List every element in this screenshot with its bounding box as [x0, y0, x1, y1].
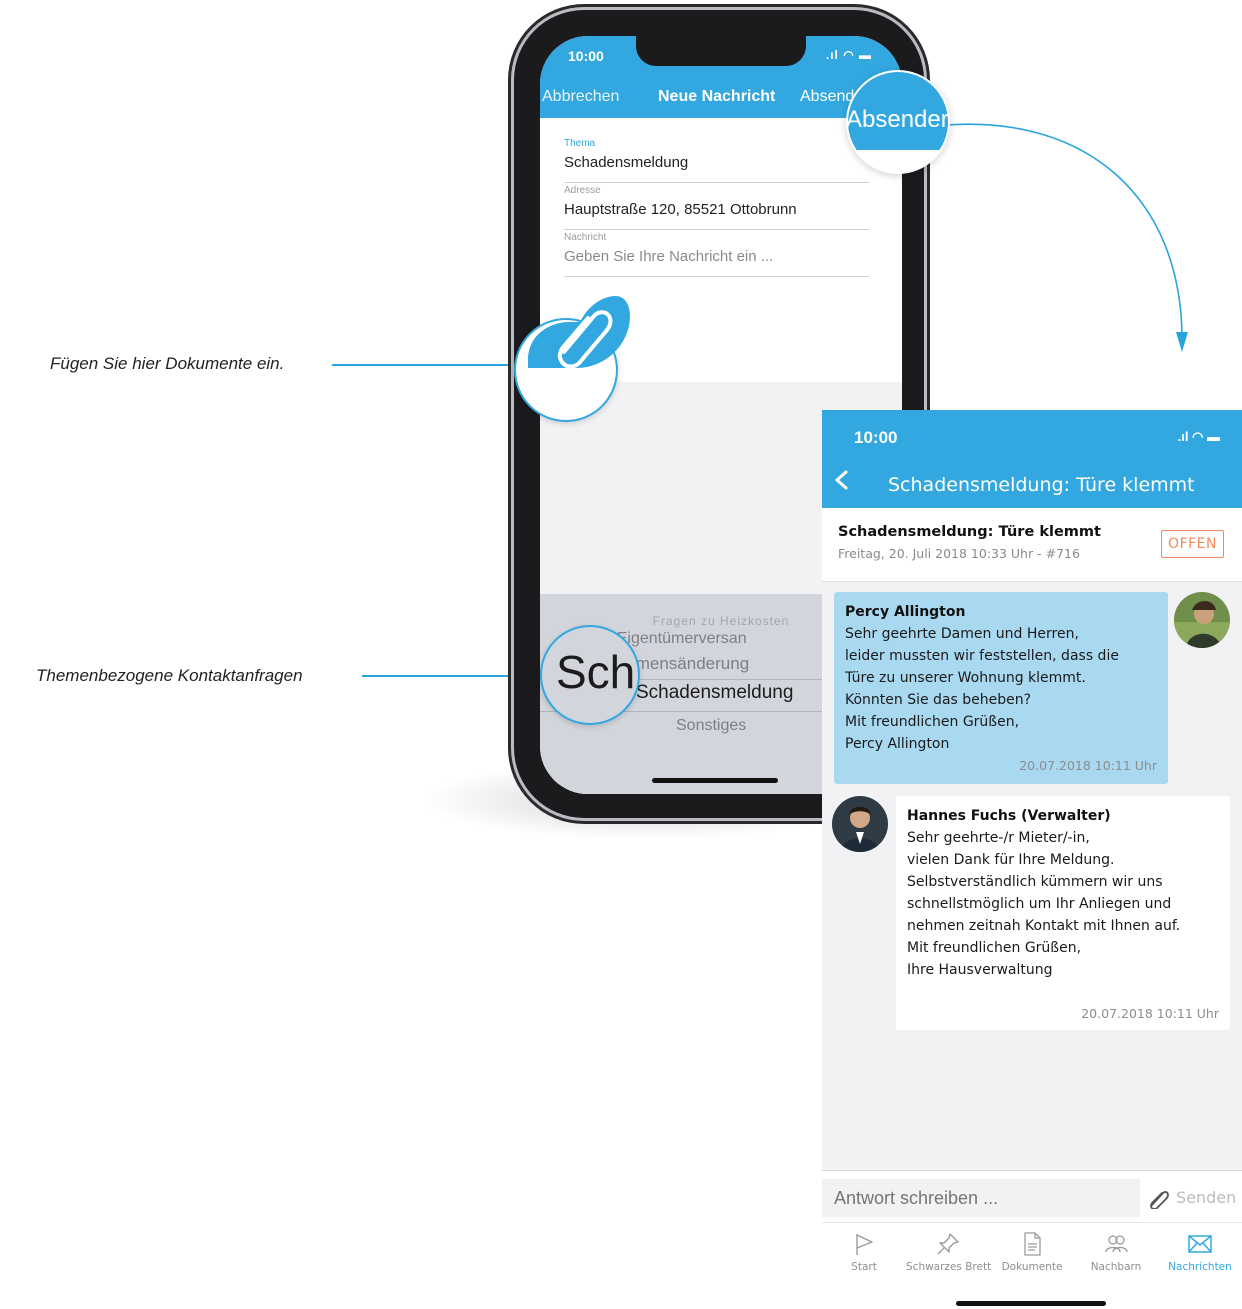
address-value: Hauptstraße 120, 85521 Ottobrunn	[564, 201, 797, 218]
attachment-button[interactable]	[528, 296, 630, 368]
message-line: Selbstverständlich kümmern wir uns	[907, 874, 1163, 890]
message-time: 20.07.2018 10:11 Uhr	[1081, 1006, 1219, 1021]
status-time: 10:00	[568, 48, 604, 64]
message-label: Nachricht	[564, 232, 607, 243]
tab-label: Dokumente	[1001, 1261, 1063, 1273]
pin-icon	[937, 1233, 959, 1255]
tab-neighbors[interactable]: Nachbarn	[1074, 1231, 1158, 1273]
tab-start[interactable]: Start	[822, 1231, 906, 1273]
flag-icon	[856, 1234, 873, 1255]
tab-bar: Start Schwarzes Brett Dokumente Nachbarn	[822, 1222, 1242, 1309]
caption-topics: Themenbezogene Kontaktanfragen	[36, 666, 303, 685]
send-reply-button[interactable]: Senden	[1176, 1188, 1236, 1207]
connector-arrow	[945, 123, 1188, 352]
topic-label: Thema	[564, 138, 596, 149]
message-line: Mit freundlichen Grüßen,	[845, 714, 1020, 730]
topic-value: Schadensmeldung	[564, 154, 689, 171]
home-indicator	[956, 1301, 1106, 1306]
picker-zoom-label: Sch	[556, 646, 636, 698]
message-bubble-own: Percy Allington Sehr geehrte Damen und H…	[834, 592, 1168, 784]
status-time: 10:00	[854, 428, 898, 447]
paperclip-icon[interactable]	[1148, 1187, 1170, 1209]
message-line: Percy Allington	[845, 736, 950, 752]
thread-title: Schadensmeldung: Türe klemmt	[838, 524, 1101, 540]
status-badge: OFFEN	[1161, 530, 1224, 558]
picker-zoom-circle: Sch	[540, 625, 640, 725]
phone-notch	[636, 36, 806, 66]
thread-date: Freitag, 20. Juli 2018 10:33 Uhr - #716	[838, 546, 1080, 561]
tab-label: Nachbarn	[1090, 1261, 1142, 1273]
compose-form: Thema Schadensmeldung Adresse Hauptstraß…	[564, 136, 869, 277]
caption-documents-line	[332, 364, 518, 366]
message-bubble-other: Hannes Fuchs (Verwalter) Sehr geehrte-/r…	[896, 796, 1230, 1030]
neighbors-icon	[1105, 1235, 1128, 1253]
message-line: Mit freundlichen Grüßen,	[907, 940, 1082, 956]
message-line: nehmen zeitnah Kontakt mit Ihnen auf.	[907, 918, 1181, 934]
caption-documents: Fügen Sie hier Dokumente ein.	[50, 354, 285, 373]
thread-nav-title: Schadensmeldung: Türe klemmt	[888, 474, 1195, 496]
thread-screen: 10:00 .ıl ◠ ▬ Schadensmeldung: Türe klem…	[822, 410, 1242, 1309]
message-line: vielen Dank für Ihre Meldung.	[907, 852, 1115, 868]
compose-title: Neue Nachricht	[658, 88, 776, 105]
message-field[interactable]: Nachricht Geben Sie Ihre Nachricht ein .…	[564, 230, 869, 277]
message-line: Ihre Hausverwaltung	[907, 962, 1053, 978]
message-author: Hannes Fuchs (Verwalter)	[907, 808, 1111, 824]
home-indicator	[652, 778, 778, 783]
picker-item[interactable]: Sonstiges	[676, 717, 746, 735]
send-zoom-circle: Absender	[846, 70, 950, 174]
back-arrow-icon[interactable]	[832, 470, 852, 490]
message-line: Könnten Sie das beheben?	[845, 692, 1032, 708]
signal-wifi-battery-icon: .ıl ◠ ▬	[1177, 429, 1220, 444]
tab-label: Nachrichten	[1168, 1261, 1232, 1273]
avatar-hannes[interactable]	[832, 796, 888, 852]
message-placeholder: Geben Sie Ihre Nachricht ein ...	[564, 248, 774, 265]
thread-header-bar: 10:00 .ıl ◠ ▬ Schadensmeldung: Türe klem…	[822, 410, 1242, 508]
tab-label: Schwarzes Brett	[906, 1261, 992, 1273]
topic-field[interactable]: Thema Schadensmeldung	[564, 136, 869, 183]
thread-summary: Schadensmeldung: Türe klemmt Freitag, 20…	[822, 508, 1242, 582]
envelope-icon	[1188, 1235, 1212, 1253]
message-line: schnellstmöglich um Ihr Anliegen und	[907, 896, 1172, 912]
tab-documents[interactable]: Dokumente	[990, 1231, 1074, 1273]
tab-label: Start	[851, 1261, 877, 1273]
document-icon	[1024, 1232, 1041, 1256]
reply-input[interactable]	[822, 1179, 1140, 1217]
send-zoom-label: Absender	[846, 106, 949, 133]
message-line: Türe zu unserer Wohnung klemmt.	[845, 670, 1086, 686]
signal-wifi-battery-icon: .ıl ◠ ▬	[825, 48, 872, 62]
avatar-percy[interactable]	[1174, 592, 1230, 648]
reply-bar: Senden	[822, 1170, 1242, 1222]
message-line: Sehr geehrte Damen und Herren,	[845, 626, 1079, 642]
address-label: Adresse	[564, 185, 601, 196]
message-line: leider mussten wir feststellen, dass die	[845, 648, 1119, 664]
tab-board[interactable]: Schwarzes Brett	[906, 1231, 992, 1273]
picker-item-selected[interactable]: Schadensmeldung	[636, 682, 793, 704]
message-author: Percy Allington	[845, 604, 966, 620]
message-line: Sehr geehrte-/r Mieter/-in,	[907, 830, 1090, 846]
cancel-button[interactable]: Abbrechen	[542, 88, 619, 106]
address-field[interactable]: Adresse Hauptstraße 120, 85521 Ottobrunn	[564, 183, 869, 230]
tab-messages[interactable]: Nachrichten	[1158, 1231, 1242, 1273]
message-time: 20.07.2018 10:11 Uhr	[1019, 758, 1157, 773]
